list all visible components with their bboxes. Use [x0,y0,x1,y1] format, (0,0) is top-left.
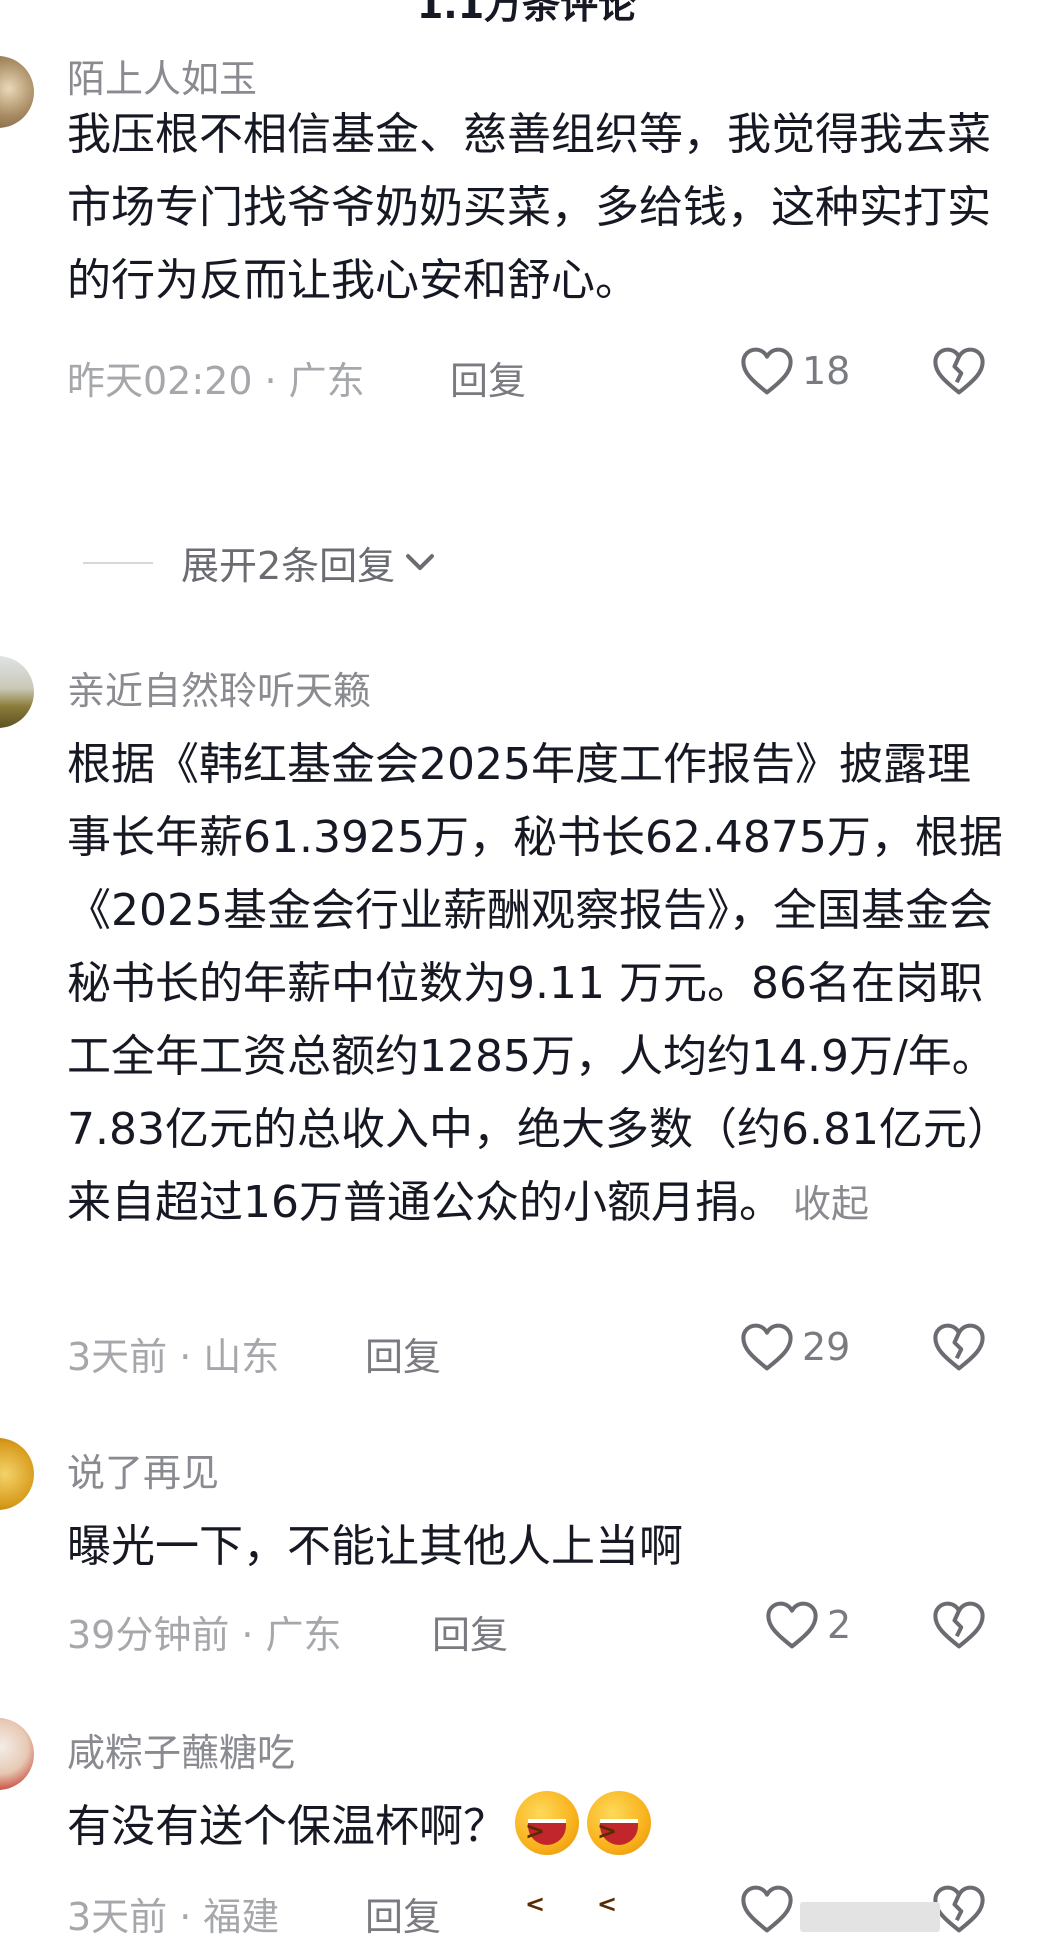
comment-text: 根据《韩红基金会2025年度工作报告》披露理事长年薪61.3925万，秘书长62… [67,728,1007,1241]
broken-heart-icon[interactable] [932,1322,986,1372]
avatar[interactable] [0,1438,34,1510]
username[interactable]: 亲近自然聆听天籁 [67,660,371,715]
comment-location: 广东 [265,1613,342,1657]
username[interactable]: 说了再见 [67,1442,219,1497]
heart-icon [741,1323,793,1371]
heart-icon [741,1885,793,1933]
comment-time: 3天前 [67,1335,168,1379]
heart-icon [766,1601,818,1649]
comment-text: 有没有送个保温杯啊？ [67,1790,1007,1941]
comment-meta: 昨天02:20 · 广东 [67,359,365,403]
divider [83,561,153,564]
like-button[interactable]: 18 [740,346,850,396]
reply-button[interactable]: 回复 [365,1886,441,1941]
laughing-emoji-icon [515,1791,579,1941]
comment-location: 福建 [203,1895,280,1939]
broken-heart-icon[interactable] [932,346,986,396]
comment-time: 3天前 [67,1895,168,1939]
comment-text-body: 有没有送个保温杯啊？ [67,1801,507,1852]
username[interactable]: 咸粽子蘸糖吃 [67,1722,295,1777]
avatar[interactable] [0,656,34,728]
comment-text-body: 根据《韩红基金会2025年度工作报告》披露理事长年薪61.3925万，秘书长62… [67,739,1003,1228]
comment-time: 39分钟前 [67,1613,230,1657]
reply-button[interactable]: 回复 [365,1326,441,1381]
reply-button[interactable]: 回复 [450,350,526,405]
comment-meta: 3天前 · 福建 [67,1895,280,1939]
like-button[interactable]: 2 [765,1600,851,1650]
like-button[interactable] [740,1884,802,1934]
like-count: 18 [802,349,851,393]
comment-location: 广东 [288,359,365,403]
avatar[interactable] [0,1718,34,1790]
comment-text: 曝光一下，不能让其他人上当啊 [67,1521,683,1572]
avatar[interactable] [0,56,34,128]
laughing-emoji-icon [587,1791,651,1941]
watermark [800,1902,940,1932]
comment-meta: 39分钟前 · 广东 [67,1613,342,1657]
comments-page: 1.1万条评论 陌上人如玉 我压根不相信基金、慈善组织等，我觉得我去菜市场专门找… [0,0,1053,1942]
heart-icon [741,347,793,395]
reply-button[interactable]: 回复 [432,1604,508,1659]
like-button[interactable]: 29 [740,1322,850,1372]
broken-heart-icon[interactable] [932,1884,986,1934]
comment-meta: 3天前 · 山东 [67,1335,280,1379]
broken-heart-icon[interactable] [932,1600,986,1650]
chevron-down-icon [406,553,435,570]
username[interactable]: 陌上人如玉 [67,48,257,103]
comment-time: 昨天02:20 [67,359,253,403]
like-count: 29 [802,1325,851,1369]
like-count: 2 [827,1603,852,1647]
comment-count-title: 1.1万条评论 [416,0,637,27]
comment-location: 山东 [203,1335,280,1379]
collapse-link[interactable]: 收起 [793,1182,869,1226]
expand-replies[interactable]: 展开2条回复 [83,535,437,590]
expand-replies-label: 展开2条回复 [181,544,396,588]
comment-text: 我压根不相信基金、慈善组织等，我觉得我去菜市场专门找爷爷奶奶买菜，多给钱，这种实… [67,109,991,306]
